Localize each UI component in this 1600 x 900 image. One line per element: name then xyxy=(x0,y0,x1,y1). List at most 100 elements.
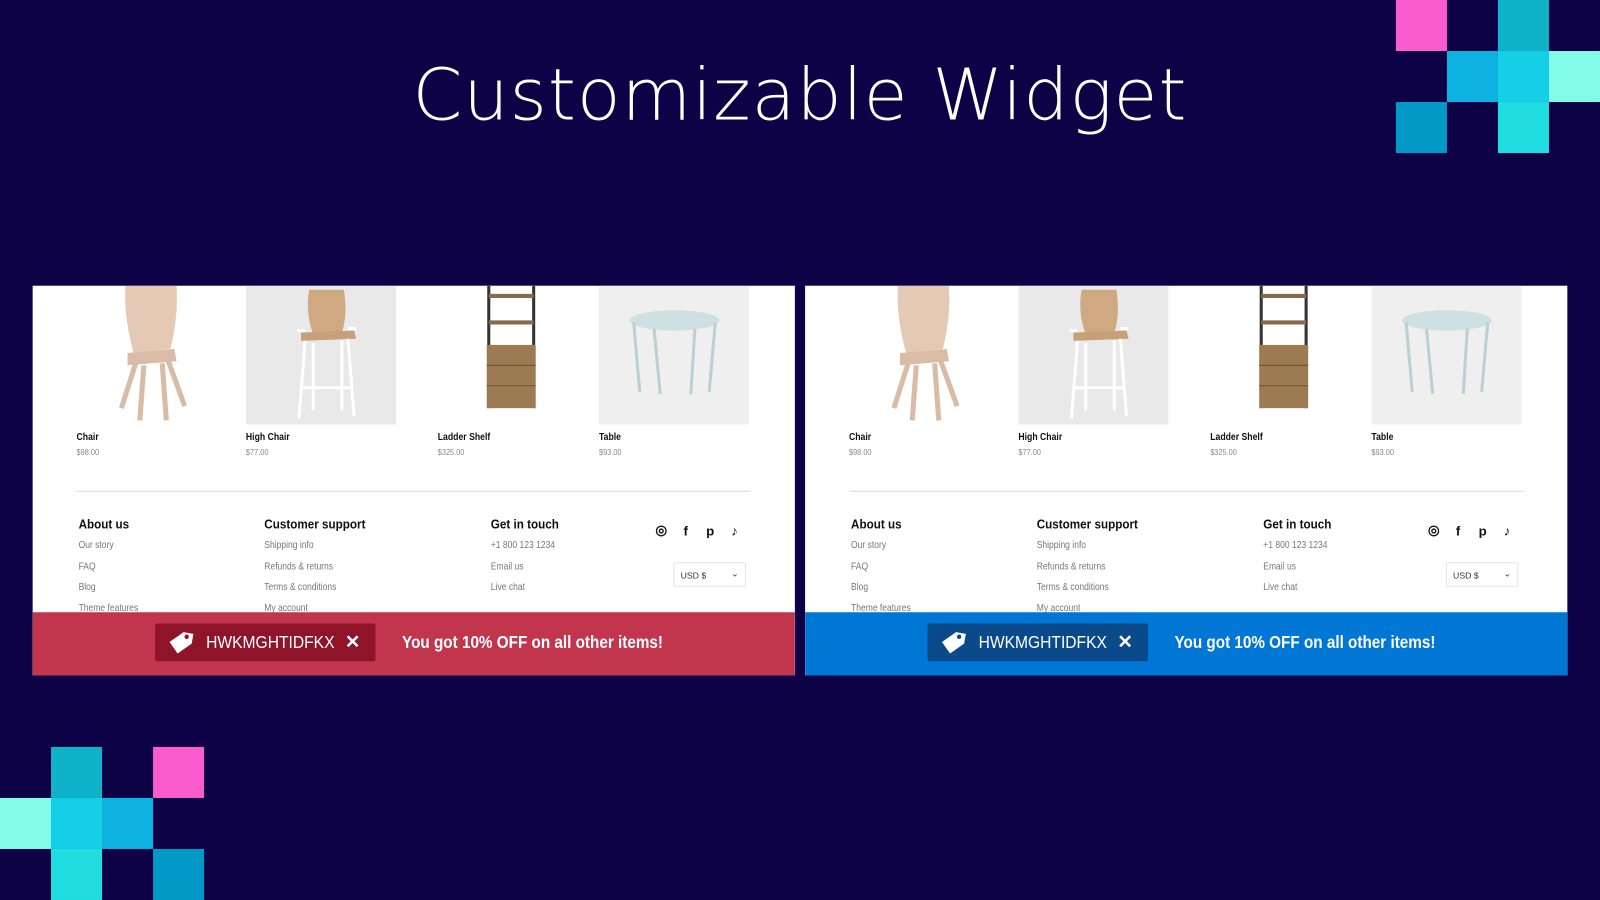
decor-square xyxy=(153,746,205,798)
footer-link[interactable]: +1 800 123 1234 xyxy=(491,540,559,553)
footer-column: About us Our story FAQ Blog Theme features xyxy=(79,516,147,615)
tiktok-icon[interactable]: ♪ xyxy=(1499,522,1515,538)
product-name[interactable]: High Chair xyxy=(1018,432,1145,443)
slide: Customizable Widget Chair $98.00 High Ch… xyxy=(0,0,1600,900)
pinterest-icon[interactable]: p xyxy=(702,522,718,538)
footer-heading: Customer support xyxy=(1036,516,1138,532)
close-icon[interactable]: ✕ xyxy=(345,632,360,653)
product-card[interactable]: Chair $98.00 xyxy=(76,285,227,458)
footer-link[interactable]: FAQ xyxy=(79,561,139,574)
product-name[interactable]: Chair xyxy=(77,432,204,443)
decor-square xyxy=(51,746,103,798)
product-card[interactable]: Chair $98.00 xyxy=(848,285,999,458)
footer-link[interactable]: Refunds & returns xyxy=(1037,561,1138,574)
footer-heading: Customer support xyxy=(264,516,366,532)
product-price: $93.00 xyxy=(1371,446,1394,458)
footer-link[interactable]: Shipping info xyxy=(1037,540,1138,553)
decor-square xyxy=(1395,102,1447,154)
footer-link[interactable]: +1 800 123 1234 xyxy=(1263,540,1331,553)
currency-value: USD $ xyxy=(680,570,707,581)
decor-square xyxy=(51,797,103,849)
product-image[interactable] xyxy=(245,285,396,425)
footer-link[interactable]: Our story xyxy=(851,540,911,553)
footer-link[interactable]: Blog xyxy=(851,582,911,595)
product-name[interactable]: Ladder Shelf xyxy=(1210,432,1337,443)
decor-square xyxy=(1446,51,1498,103)
product-name[interactable]: Ladder Shelf xyxy=(438,432,565,443)
tiktok-icon[interactable]: ♪ xyxy=(727,522,743,538)
currency-value: USD $ xyxy=(1453,570,1479,581)
product-card[interactable]: High Chair $77.00 xyxy=(1018,285,1169,458)
product-price: $93.00 xyxy=(598,446,622,458)
product-card[interactable]: High Chair $77.00 xyxy=(245,285,396,458)
discount-banner: HWKMGHTIDFKX ✕ You got 10% OFF on all ot… xyxy=(32,612,795,676)
product-image[interactable] xyxy=(1210,285,1360,425)
product-image[interactable] xyxy=(77,285,227,425)
product-image[interactable] xyxy=(1371,285,1522,425)
pinterest-icon[interactable]: p xyxy=(1474,522,1490,538)
divider xyxy=(76,490,752,492)
social-links: ◎ f p ♪ xyxy=(1425,522,1515,538)
coupon-code: HWKMGHTIDFKX xyxy=(206,632,335,652)
product-name[interactable]: Chair xyxy=(849,432,976,443)
decor-square xyxy=(1497,0,1549,52)
footer-heading: Get in touch xyxy=(1263,516,1332,532)
store-widget-preview-blue: Chair $98.00 High Chair $77.00 Ladder Sh… xyxy=(805,285,1568,676)
facebook-icon[interactable]: f xyxy=(678,522,694,538)
tag-icon xyxy=(169,631,194,654)
decor-square xyxy=(1395,0,1447,52)
product-image[interactable] xyxy=(598,285,749,425)
footer-heading: About us xyxy=(851,516,902,532)
coupon-code-box[interactable]: HWKMGHTIDFKX ✕ xyxy=(155,623,376,662)
decor-square xyxy=(102,797,154,849)
close-icon[interactable]: ✕ xyxy=(1117,632,1132,653)
instagram-icon[interactable]: ◎ xyxy=(653,522,669,538)
product-price: $77.00 xyxy=(245,446,269,458)
footer-link[interactable]: Email us xyxy=(1263,561,1331,574)
footer-link[interactable]: Live chat xyxy=(1263,582,1331,595)
product-name[interactable]: Table xyxy=(1371,432,1498,443)
tag-icon xyxy=(941,631,966,654)
currency-select[interactable]: USD $ ⌄ xyxy=(1445,562,1519,587)
divider xyxy=(848,490,1524,492)
footer-column: About us Our story FAQ Blog Theme features xyxy=(851,516,919,615)
product-name[interactable]: Table xyxy=(599,432,726,443)
chevron-down-icon: ⌄ xyxy=(1503,568,1512,579)
decor-square xyxy=(0,797,52,849)
social-links: ◎ f p ♪ xyxy=(653,522,743,538)
product-image[interactable] xyxy=(1018,285,1169,425)
coupon-code: HWKMGHTIDFKX xyxy=(978,632,1107,652)
product-name[interactable]: High Chair xyxy=(246,432,373,443)
product-card[interactable]: Ladder Shelf $325.00 xyxy=(438,285,588,457)
footer-column: Customer support Shipping info Refunds & r… xyxy=(1037,516,1152,615)
product-image[interactable] xyxy=(438,285,588,425)
decor-square xyxy=(1548,51,1600,103)
footer-heading: About us xyxy=(78,516,130,532)
product-card[interactable]: Table $93.00 xyxy=(1371,285,1522,458)
decor-square xyxy=(153,848,205,900)
product-price: $325.00 xyxy=(1210,446,1237,458)
page-title: Customizable Widget xyxy=(412,53,1188,137)
currency-select[interactable]: USD $ ⌄ xyxy=(673,562,746,587)
footer-column: Get in touch +1 800 123 1234 Email us Live … xyxy=(491,516,568,594)
instagram-icon[interactable]: ◎ xyxy=(1425,522,1441,538)
facebook-icon[interactable]: f xyxy=(1450,522,1466,538)
decor-square xyxy=(1497,102,1549,154)
footer-link[interactable]: Terms & conditions xyxy=(1037,582,1138,595)
footer-link[interactable]: FAQ xyxy=(851,561,911,574)
product-card[interactable]: Ladder Shelf $325.00 xyxy=(1210,285,1360,458)
footer-link[interactable]: Our story xyxy=(79,540,139,553)
footer-link[interactable]: Terms & conditions xyxy=(264,582,365,595)
coupon-code-box[interactable]: HWKMGHTIDFKX ✕ xyxy=(927,623,1148,662)
footer-link[interactable]: Refunds & returns xyxy=(264,561,365,574)
product-price: $98.00 xyxy=(76,446,100,458)
decor-square xyxy=(51,848,103,900)
footer-link[interactable]: Live chat xyxy=(491,582,559,595)
footer-link[interactable]: Shipping info xyxy=(264,540,365,553)
product-image[interactable] xyxy=(849,285,999,425)
footer-link[interactable]: Blog xyxy=(79,582,139,595)
product-price: $77.00 xyxy=(1018,446,1041,458)
footer-link[interactable]: Email us xyxy=(491,561,559,574)
product-price: $98.00 xyxy=(848,446,872,458)
product-card[interactable]: Table $93.00 xyxy=(598,285,749,458)
